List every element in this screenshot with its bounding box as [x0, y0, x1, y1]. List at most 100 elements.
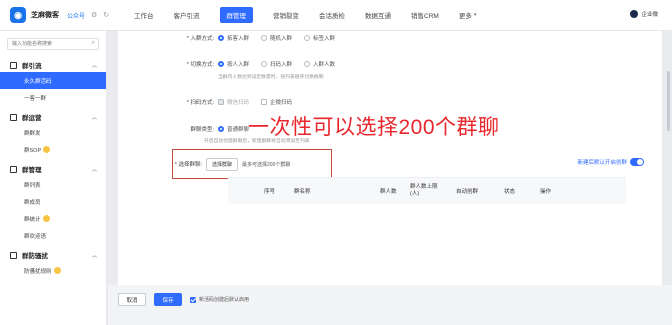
sidebar-item[interactable]: 群SOP	[0, 141, 106, 158]
radio-option[interactable]: 普通群聊	[218, 125, 249, 133]
column-header: 群名称	[294, 189, 311, 195]
sidebar-item[interactable]: 群群发	[0, 124, 106, 141]
auto-create-toggle-row: 新建后默认开启创群	[577, 158, 644, 166]
auto-create-label: 新建后默认开启创群	[577, 160, 627, 166]
column-header-text: 群人数上限	[410, 184, 438, 190]
group-title: 群运营	[22, 115, 42, 122]
group-icon	[10, 165, 17, 173]
radio-label: 扫码入群	[270, 62, 293, 68]
radio-icon	[304, 61, 311, 67]
checkbox-icon	[218, 99, 224, 105]
chevron-up-icon: ︿	[91, 62, 97, 69]
radio-icon	[218, 35, 224, 41]
chevron-up-icon: ︿	[91, 252, 97, 259]
join-mode-row: * 入群方式: 拓客入群 随机入群 标签入群	[118, 33, 658, 43]
sidebar-item-active[interactable]: 永久群活码	[0, 72, 106, 89]
brand-name: 芝麻微客	[31, 12, 59, 19]
form-label: * 扫码方式:	[186, 100, 214, 106]
auto-create-toggle[interactable]	[630, 158, 644, 166]
sidebar-group-header[interactable]: 群防骚扰 ︿	[0, 248, 106, 262]
nav-item[interactable]: 销售CRM	[401, 0, 449, 31]
sidebar-item-label: 群统计	[24, 216, 41, 223]
checkbox-label: 企微扫码	[270, 100, 293, 106]
sidebar-item[interactable]: 群列表	[0, 176, 106, 193]
sidebar-item-label: 群SOP	[24, 147, 42, 154]
sidebar-group-header[interactable]: 群引流 ︿	[0, 58, 106, 72]
nav-item-more[interactable]: 更多 ▾	[449, 0, 487, 31]
main-content: * 入群方式: 拓客入群 随机入群 标签入群 * 切换方式: 按人入群 扫码入群…	[108, 31, 672, 325]
sidebar: ⌕ 群引流 ︿ 永久群活码 一客一群 群运营 ︿ 群群发 群SOP 群管理 ︿ …	[0, 31, 107, 325]
scrollbar[interactable]	[667, 71, 670, 131]
search-input[interactable]	[8, 39, 98, 49]
group-icon	[10, 113, 17, 121]
avatar	[630, 10, 639, 18]
form-label: * 选择群聊:	[174, 162, 202, 168]
search-icon: ⌕	[91, 40, 95, 46]
switch-help-text: 当群内人数达到设定数量时，按列表顺序切换群聊	[218, 75, 324, 80]
radio-icon	[218, 126, 224, 132]
emoji-icon	[43, 146, 51, 153]
checkbox-option[interactable]: 微信扫码	[218, 98, 249, 106]
nav-item[interactable]: 会话质检	[309, 0, 355, 31]
sidebar-item[interactable]: 群欢迎语	[0, 227, 106, 244]
radio-option[interactable]: 扫码入群	[261, 60, 292, 68]
nav-item[interactable]: 营销裂变	[263, 0, 309, 31]
radio-label: 标签入群	[313, 36, 336, 42]
form-panel: * 入群方式: 拓客入群 随机入群 标签入群 * 切换方式: 按人入群 扫码入群…	[118, 31, 662, 285]
main-nav: 工作台 客户引流 群管理 营销裂变 会话质检 数据互通 销售CRM 更多 ▾	[124, 0, 486, 31]
sidebar-group-header[interactable]: 群运营 ︿	[0, 110, 106, 124]
brand: ◉ 芝麻微客 公众号 ⚙ ↻	[10, 7, 120, 23]
save-button[interactable]: 保存	[154, 293, 182, 306]
radio-option[interactable]: 随机入群	[261, 34, 292, 42]
chevron-up-icon: ︿	[91, 166, 97, 173]
sidebar-item[interactable]: 防骚扰规则	[0, 262, 106, 279]
sidebar-group-header[interactable]: 群管理 ︿	[0, 162, 106, 176]
sidebar-search: ⌕	[7, 38, 99, 50]
nav-item-active[interactable]: 群管理	[210, 0, 264, 31]
cancel-button[interactable]: 取消	[118, 293, 146, 306]
column-header: 状态	[504, 189, 516, 195]
refresh-icon[interactable]: ↻	[103, 11, 109, 19]
radio-icon	[261, 35, 268, 41]
checkbox-icon	[261, 99, 268, 105]
emoji-icon	[42, 215, 50, 222]
radio-option[interactable]: 标签入群	[304, 34, 335, 42]
user-menu[interactable]: 企业微	[630, 10, 658, 18]
checkbox-option[interactable]: 企微扫码	[261, 98, 292, 106]
select-limit-hint: 最多可选择200个群聊	[242, 161, 291, 168]
nav-label: 更多	[458, 13, 472, 20]
radio-option[interactable]: 入群人数	[304, 60, 335, 68]
annotation-overlay-text: 一次性可以选择200个群聊	[248, 116, 500, 139]
nav-item[interactable]: 数据互通	[355, 0, 401, 31]
enable-by-default-checkbox[interactable]: 新活码创建后默认启用	[190, 296, 249, 303]
form-footer: 取消 保存 新活码创建后默认启用	[108, 285, 672, 325]
nav-label: 营销裂变	[273, 13, 299, 20]
nav-label: 客户引流	[173, 13, 200, 20]
group-title: 群引流	[22, 63, 42, 70]
nav-label: 工作台	[134, 13, 154, 20]
radio-option[interactable]: 拓客入群	[218, 34, 249, 42]
nav-label: 群管理	[219, 7, 253, 23]
sidebar-item-label: 防骚扰规则	[24, 268, 52, 275]
column-header: 群人数上限 (人)	[404, 184, 450, 198]
radio-option[interactable]: 按人入群	[218, 60, 249, 68]
nav-item[interactable]: 客户引流	[164, 0, 210, 31]
nav-item[interactable]: 工作台	[124, 0, 164, 31]
chevron-up-icon: ︿	[91, 114, 97, 121]
form-label: 群聊类型:	[190, 127, 214, 133]
checkbox-label: 微信扫码	[227, 100, 250, 106]
radio-label: 拓客入群	[227, 36, 250, 42]
sidebar-item[interactable]: 群统计	[0, 210, 106, 227]
nav-label: 数据互通	[365, 13, 391, 20]
sidebar-item[interactable]: 群成员	[0, 193, 106, 210]
user-name: 企业微	[641, 12, 658, 18]
switch-mode-row: * 切换方式: 按人入群 扫码入群 入群人数	[118, 59, 658, 69]
radio-label: 普通群聊	[227, 127, 250, 133]
settings-icon[interactable]: ⚙	[91, 11, 97, 19]
sidebar-item[interactable]: 一客一群	[0, 89, 106, 106]
form-label: * 切换方式:	[186, 62, 214, 68]
chevron-down-icon: ▾	[473, 12, 477, 18]
select-groups-button[interactable]: 选择群聊	[206, 157, 239, 171]
column-header-sub: (人)	[410, 191, 420, 197]
account-switch[interactable]: 公众号	[67, 11, 85, 20]
